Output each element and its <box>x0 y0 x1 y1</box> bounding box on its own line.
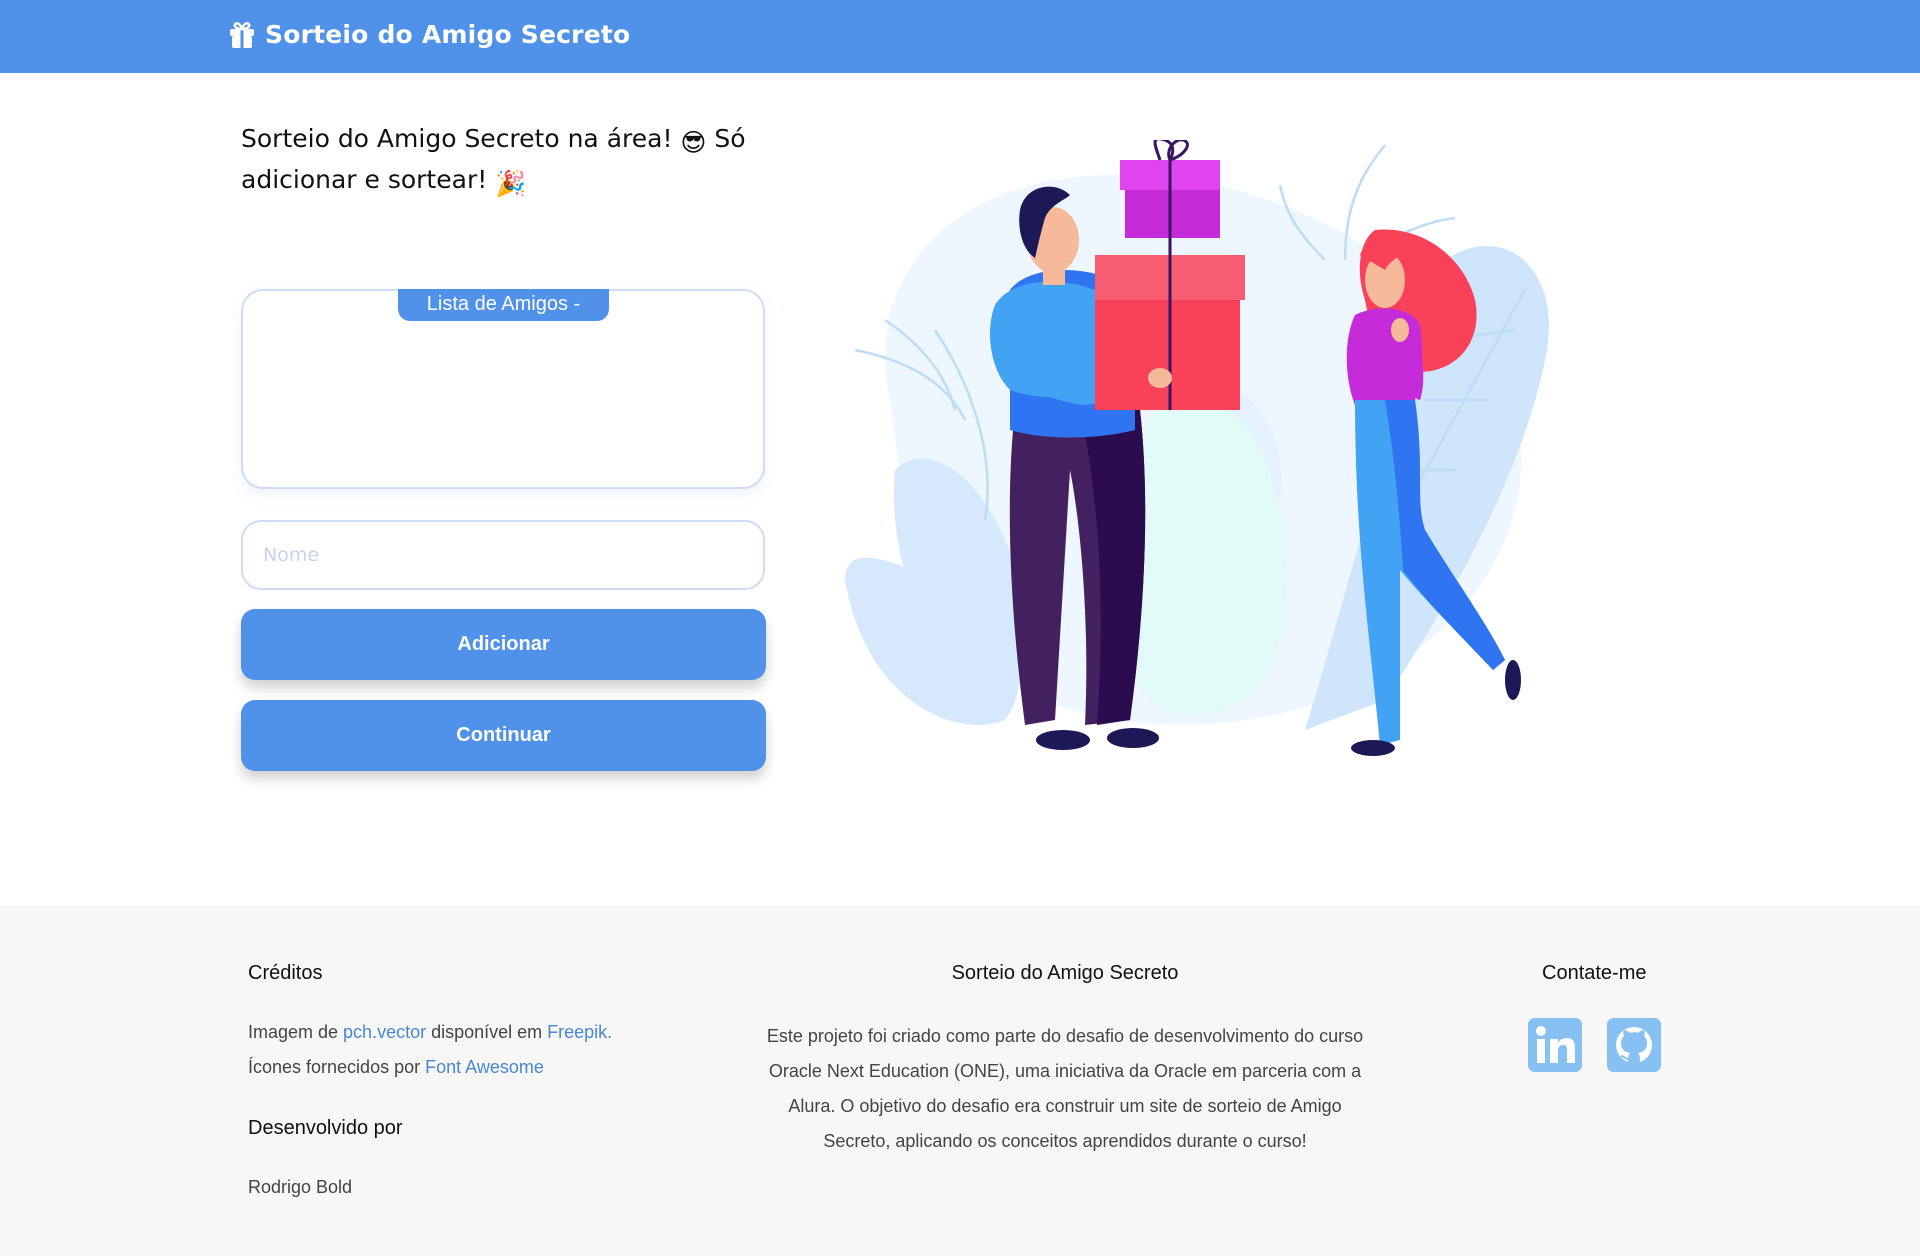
freepik-link[interactable]: Freepik. <box>547 1022 612 1042</box>
continue-button[interactable]: Continuar <box>241 700 766 771</box>
brand: Sorteio do Amigo Secreto <box>229 20 630 49</box>
image-credit-prefix: Imagem de <box>248 1022 344 1042</box>
image-credit: Imagem de pch.vector disponível em Freep… <box>248 1022 612 1043</box>
linkedin-icon <box>1528 1018 1582 1072</box>
linkedin-link[interactable] <box>1528 1018 1582 1072</box>
developer-title: Desenvolvido por <box>248 1117 403 1139</box>
github-icon <box>1607 1018 1661 1072</box>
page-title: Sorteio do Amigo Secreto <box>265 20 631 49</box>
friends-list <box>260 330 750 480</box>
icons-credit-prefix: Ícones fornecidos por <box>248 1057 426 1077</box>
image-credit-middle: disponível em <box>426 1022 548 1042</box>
headline: Sorteio do Amigo Secreto na área! 😎 Só a… <box>241 120 781 202</box>
friends-list-title: Lista de Amigos - <box>398 289 609 321</box>
gift-icon <box>230 21 254 48</box>
developer-name: Rodrigo Bold <box>248 1177 353 1197</box>
headline-text-1: Sorteio do Amigo Secreto na área! <box>241 124 681 153</box>
font-awesome-link[interactable]: Font Awesome <box>425 1057 544 1077</box>
icons-credit: Ícones fornecidos por Font Awesome <box>248 1057 544 1078</box>
github-link[interactable] <box>1607 1018 1661 1072</box>
footer: Créditos Imagem de pch.vector disponível… <box>0 906 1920 1256</box>
name-input[interactable] <box>241 520 765 590</box>
sunglasses-emoji: 😎 <box>680 128 707 157</box>
image-author-link[interactable]: pch.vector <box>343 1022 426 1042</box>
contact-title: Contate-me <box>1542 962 1647 984</box>
gift-exchange-illustration <box>845 140 1549 756</box>
party-emoji: 🎉 <box>495 169 527 198</box>
top-header: Sorteio do Amigo Secreto <box>0 0 1920 73</box>
project-description: Este projeto foi criado como parte do de… <box>766 1026 1364 1151</box>
add-button[interactable]: Adicionar <box>241 609 766 680</box>
